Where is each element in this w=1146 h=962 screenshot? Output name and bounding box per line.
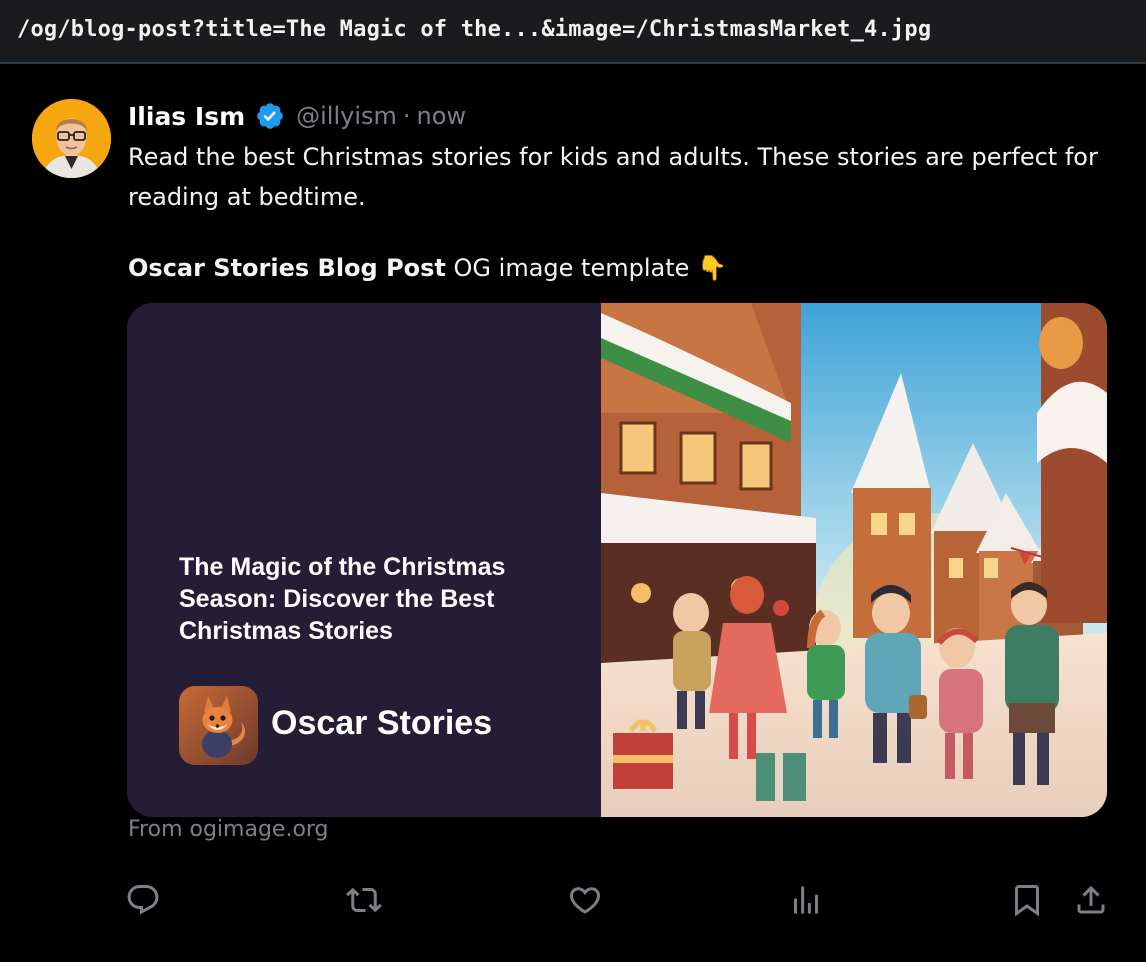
views-button[interactable] — [788, 882, 824, 918]
tweet-text: Read the best Christmas stories for kids… — [128, 143, 1098, 211]
card-source[interactable]: From ogimage.org — [128, 817, 329, 842]
timestamp[interactable]: now — [417, 102, 467, 130]
share-icon — [1077, 885, 1105, 914]
author-name[interactable]: Ilias Ism — [128, 102, 245, 131]
retweet-icon — [346, 887, 382, 913]
template-line-rest: OG image template 👇 — [445, 254, 727, 282]
like-icon — [569, 887, 601, 914]
like-button[interactable] — [567, 882, 603, 918]
template-line-bold: Oscar Stories Blog Post — [128, 254, 446, 282]
retweet-button[interactable] — [346, 882, 382, 918]
bookmark-button[interactable] — [1009, 882, 1045, 918]
bookmark-icon — [1015, 885, 1039, 917]
christmas-market-image — [601, 303, 1107, 817]
address-url[interactable]: /og/blog-post?title=The Magic of the...&… — [17, 17, 931, 42]
card-title: The Magic of the Christmas Season: Disco… — [179, 553, 506, 645]
fox-logo-icon — [179, 686, 258, 765]
card-brand-name: Oscar Stories — [271, 704, 493, 742]
og-image-card[interactable]: The Magic of the Christmas Season: Disco… — [127, 303, 1107, 817]
verified-badge-icon — [257, 103, 283, 129]
reply-button[interactable] — [125, 882, 161, 918]
address-bar[interactable]: /og/blog-post?title=The Magic of the...&… — [0, 0, 1146, 64]
avatar[interactable] — [32, 99, 111, 178]
reply-icon — [127, 885, 159, 915]
tweet-header: Ilias Ism @illyism · now — [128, 99, 466, 133]
views-icon — [794, 886, 818, 914]
template-line: Oscar Stories Blog Post OG image templat… — [128, 249, 727, 287]
separator-dot: · — [402, 102, 411, 130]
share-button[interactable] — [1073, 882, 1109, 918]
author-handle[interactable]: @illyism — [296, 102, 397, 130]
